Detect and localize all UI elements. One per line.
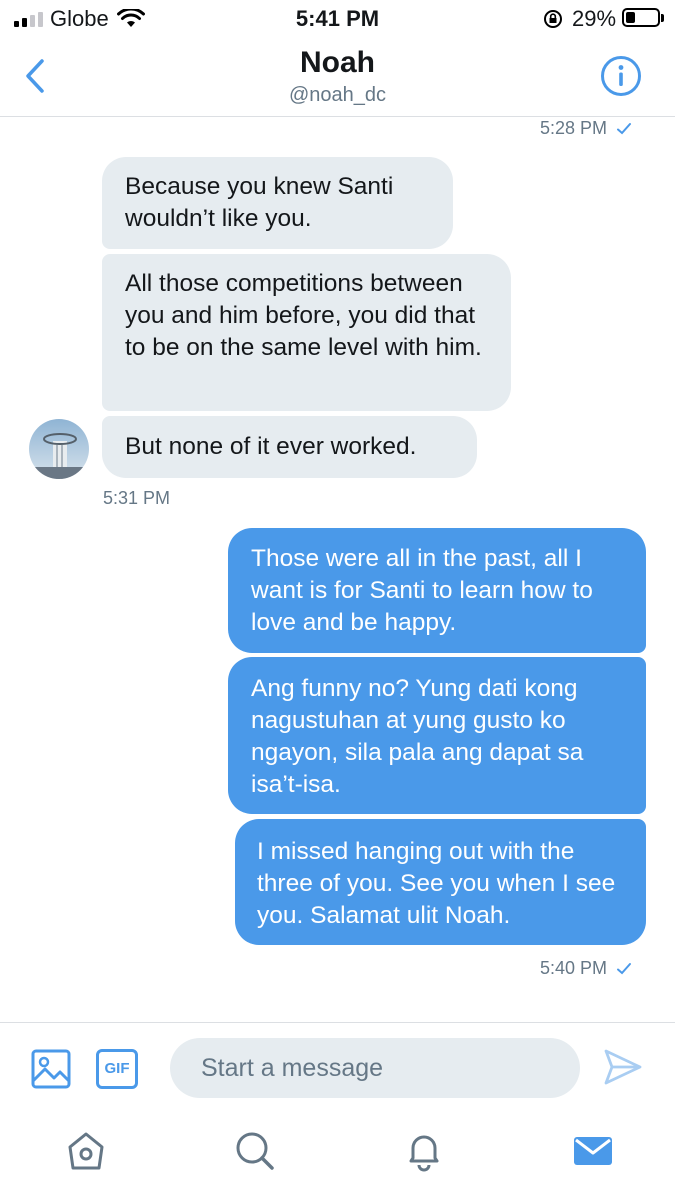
gif-button[interactable]: GIF	[96, 1049, 138, 1089]
status-bar: Globe 5:41 PM 29%	[0, 0, 675, 38]
message-composer: GIF	[0, 1022, 675, 1113]
received-message[interactable]: All those competitions between you and h…	[102, 254, 511, 411]
message-timestamp: 5:28 PM	[540, 118, 632, 139]
message-input[interactable]	[170, 1038, 580, 1098]
rotation-lock-icon	[544, 10, 562, 28]
contact-name: Noah	[300, 46, 375, 79]
received-message[interactable]: Because you knew Santi wouldn’t like you…	[102, 157, 453, 249]
contact-avatar[interactable]	[29, 419, 89, 479]
conversation-header: Noah @noah_dc	[0, 38, 675, 117]
sent-message[interactable]: I missed hanging out with the three of y…	[235, 819, 646, 945]
info-icon[interactable]	[600, 55, 642, 97]
message-timestamp: 5:40 PM	[540, 958, 632, 979]
received-message[interactable]: But none of it ever worked.	[102, 416, 477, 478]
sent-message[interactable]: Those were all in the past, all I want i…	[228, 528, 646, 653]
checkmark-icon	[617, 123, 632, 135]
sent-message[interactable]: Ang funny no? Yung dati kong nagustuhan …	[228, 657, 646, 814]
contact-handle: @noah_dc	[288, 84, 387, 106]
battery-icon	[622, 8, 660, 27]
image-icon[interactable]	[31, 1049, 71, 1089]
battery-percent: 29%	[572, 6, 617, 31]
message-timestamp: 5:31 PM	[103, 488, 171, 508]
checkmark-icon	[617, 963, 632, 975]
notifications-icon[interactable]	[403, 1130, 445, 1172]
messages-icon[interactable]	[572, 1130, 614, 1172]
home-icon[interactable]	[65, 1130, 107, 1172]
bottom-tab-bar	[0, 1112, 675, 1200]
send-icon[interactable]	[603, 1048, 643, 1086]
search-icon[interactable]	[234, 1130, 276, 1172]
